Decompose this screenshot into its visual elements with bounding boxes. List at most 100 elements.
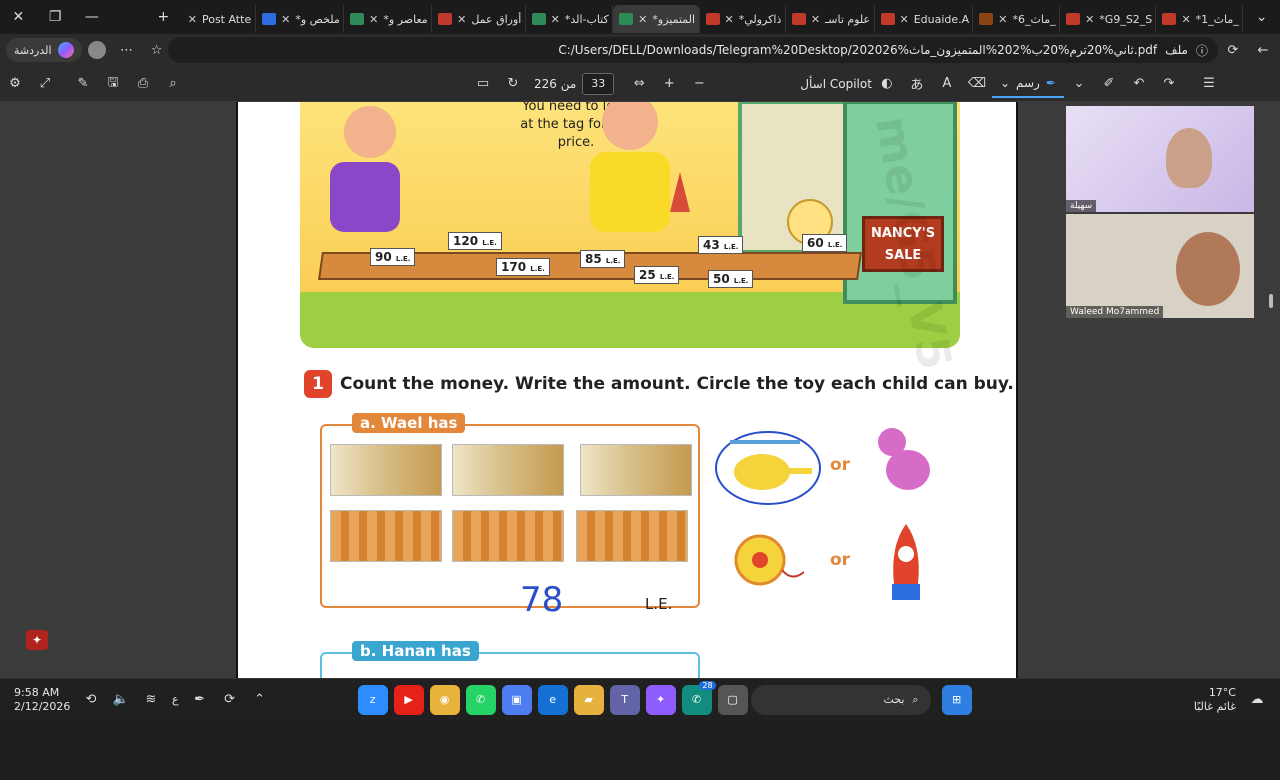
weather[interactable]: 17°C غائم غالبًا — [1194, 686, 1242, 714]
edit-icon[interactable]: ✎ — [68, 70, 98, 98]
page-view-icon[interactable]: ▭ — [468, 70, 498, 98]
tab-strip: ✕ ❐ — + ✕ Post Atte ✕ *ملخص و ✕ *معاصر و ✕ أ… — [0, 0, 1280, 34]
search-box[interactable]: بحث ⌕ — [750, 684, 931, 715]
draw-button[interactable]: ⌄ رسم ✒ — [991, 70, 1064, 98]
tab-item[interactable]: ✕ أوراق عمل — [432, 5, 526, 33]
wifi-icon[interactable]: ≋ — [136, 686, 166, 714]
save-icon[interactable]: 🖫 — [98, 70, 128, 98]
translate-icon[interactable]: あ — [902, 70, 932, 98]
tab-item[interactable]: ✕ *كتاب-الد — [526, 5, 614, 33]
window-app-icon[interactable]: ▢ — [717, 684, 748, 715]
clock[interactable]: 9:58 AM 2/12/2026 — [0, 686, 76, 714]
language-indicator[interactable]: ع — [172, 693, 179, 706]
refresh-icon[interactable]: ⟳ — [1218, 36, 1248, 64]
minimize-window-icon[interactable]: — — [73, 0, 110, 34]
close-tab-icon[interactable]: ✕ — [998, 13, 1007, 26]
back-icon[interactable]: ← — [1248, 36, 1278, 64]
tab-item[interactable]: ✕ علوم تاسـ — [786, 5, 875, 33]
zoom-app-icon[interactable]: z — [357, 684, 388, 715]
close-tab-icon[interactable]: ✕ — [281, 13, 290, 26]
tab-item-active[interactable]: ✕ *المتميزو — [613, 5, 700, 33]
zoom-in-icon[interactable]: + — [654, 70, 684, 98]
zoom-out-icon[interactable]: − — [684, 70, 714, 98]
participant-video[interactable]: Waleed Mo7ammed — [1066, 214, 1254, 318]
tab-item[interactable]: ✕ *ذاكرولي — [700, 5, 786, 33]
pdf-favicon-icon — [880, 13, 895, 25]
volume-icon[interactable]: 🔈 — [106, 686, 136, 714]
pdf-viewer[interactable]: You need to look at the tag for the pric… — [0, 102, 1280, 678]
chrome-app-icon[interactable]: ◉ — [429, 684, 460, 715]
more-icon[interactable]: ⋯ — [112, 36, 142, 64]
sheet-favicon-icon — [531, 13, 546, 25]
undo-icon[interactable]: ↶ — [1124, 70, 1154, 98]
contents-icon[interactable]: ☰ — [1194, 70, 1224, 98]
info-icon[interactable]: ⓘ — [1196, 42, 1208, 59]
section-a-label: a. Wael has — [352, 413, 466, 433]
page-number-input[interactable]: 33 — [582, 72, 615, 95]
close-tab-icon[interactable]: ✕ — [725, 13, 734, 26]
edge-app-icon[interactable]: e — [537, 684, 568, 715]
copilot-icon[interactable]: ◐ — [872, 70, 902, 98]
close-tab-icon[interactable]: ✕ — [811, 13, 820, 26]
pdf-favicon-icon — [705, 13, 720, 25]
pdf-favicon-icon — [791, 13, 806, 25]
banknote — [452, 510, 564, 562]
redo-icon[interactable]: ↷ — [1154, 70, 1184, 98]
tab-item[interactable]: ✕ *G9_S2_S — [1060, 5, 1157, 33]
tab-item[interactable]: ✕ *ماث_1_ — [1156, 5, 1244, 33]
tab-item[interactable]: ✕ *معاصر و — [344, 5, 433, 33]
settings-gear-icon[interactable]: ⚙ — [0, 70, 30, 98]
close-window-icon[interactable]: ✕ — [0, 0, 37, 34]
new-tab-icon[interactable]: + — [145, 0, 182, 34]
folder-app-icon[interactable]: ▰ — [573, 684, 604, 715]
start-icon[interactable]: ⊞ — [941, 684, 972, 715]
ask-copilot-button[interactable]: اسأل Copilot — [800, 77, 872, 91]
tab-item[interactable]: ✕ *ماث_6_ — [973, 5, 1061, 33]
participant-video[interactable]: سهيلة — [1066, 106, 1254, 212]
banknote — [330, 510, 442, 562]
close-tab-icon[interactable]: ✕ — [369, 13, 378, 26]
url-field[interactable]: C:/Users/DELL/Downloads/Telegram%20Deskt… — [168, 37, 1218, 63]
close-tab-icon[interactable]: ✕ — [900, 13, 909, 26]
print-icon[interactable]: ⎙ — [128, 70, 158, 98]
acrobat-icon[interactable]: ✦ — [26, 630, 48, 650]
fit-page-icon[interactable]: ⇔ — [624, 70, 654, 98]
tab-item[interactable]: ✕ Eduaide.A — [875, 5, 974, 33]
pdf-toolbar: ⚙ ⤢ ✎ 🖫 ⎙ ⌕ ▭ ↻ من 226 33 ⇔ + − اسأل Cop… — [0, 66, 1280, 102]
price-tag: 170 L.E. — [496, 258, 550, 276]
youtube-app-icon[interactable]: ▶ — [393, 684, 424, 715]
pen-icon[interactable]: ✒ — [185, 686, 215, 714]
whatsapp-app-icon[interactable]: ✆ — [465, 684, 496, 715]
eraser-icon[interactable]: ⌫ — [962, 70, 992, 98]
chevron-down-icon[interactable]: ⌄ — [1064, 70, 1094, 98]
restore-window-icon[interactable]: ❐ — [37, 0, 74, 34]
highlight-icon[interactable]: ✐ — [1094, 70, 1124, 98]
store-app-icon[interactable]: ▣ — [501, 684, 532, 715]
tab-item[interactable]: ✕ Post Atte — [182, 5, 257, 33]
read-aloud-icon[interactable]: A — [932, 70, 962, 98]
whatsapp-app-icon[interactable]: ✆ 28 — [681, 680, 716, 715]
teams-app-icon[interactable]: T — [609, 684, 640, 715]
close-tab-icon[interactable]: ✕ — [457, 13, 466, 26]
close-tab-icon[interactable]: ✕ — [1085, 13, 1094, 26]
tab-list-chevron-icon[interactable]: ⌄ — [1243, 0, 1280, 34]
profile-icon[interactable] — [82, 36, 112, 64]
banknote — [330, 444, 442, 496]
search-icon[interactable]: ⌕ — [158, 70, 188, 98]
fullscreen-icon[interactable]: ⤢ — [30, 70, 60, 98]
copilot-app-icon[interactable]: ✦ — [645, 684, 676, 715]
close-tab-icon[interactable]: ✕ — [551, 13, 560, 26]
close-tab-icon[interactable]: ✕ — [638, 13, 647, 26]
price-tag: 25 L.E. — [634, 266, 680, 284]
rotate-icon[interactable]: ↻ — [498, 70, 528, 98]
close-tab-icon[interactable]: ✕ — [1181, 13, 1190, 26]
tab-item[interactable]: ✕ *ملخص و — [256, 5, 345, 33]
close-tab-icon[interactable]: ✕ — [188, 13, 197, 26]
exercise-instructions: Count the money. Write the amount. Circl… — [340, 374, 1014, 394]
copilot-chat-button[interactable]: الدردشة — [6, 38, 82, 62]
pdf-favicon-icon — [438, 13, 453, 25]
chevron-up-icon[interactable]: ⌃ — [245, 686, 275, 714]
banknote — [452, 444, 564, 496]
sync-icon[interactable]: ⟲ — [76, 686, 106, 714]
refresh-icon[interactable]: ⟳ — [215, 686, 245, 714]
